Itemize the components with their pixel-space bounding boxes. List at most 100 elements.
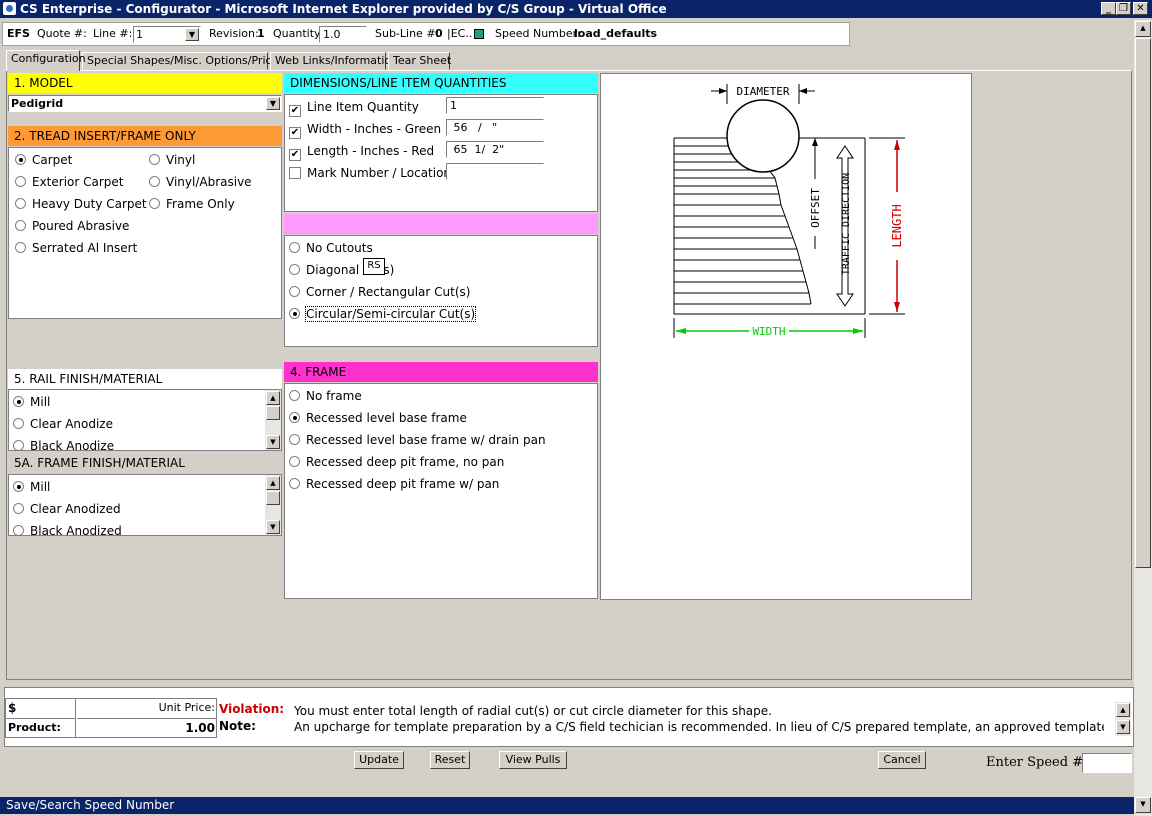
tread-option-label: Vinyl/Abrasive — [166, 175, 252, 189]
rail-option-black-anodize[interactable]: Black Anodize — [13, 438, 114, 450]
frame-finish-scrollbar[interactable]: ▲ ▼ — [265, 475, 281, 535]
shape-option-label: Diagonal C — [306, 263, 372, 277]
rail-option-label: Mill — [30, 395, 51, 409]
checkbox-icon[interactable] — [289, 167, 301, 179]
minimize-button[interactable]: _ — [1101, 2, 1116, 15]
radio-icon[interactable] — [289, 478, 300, 489]
shape-option-no-cutouts[interactable]: No Cutouts — [289, 240, 373, 256]
radio-icon[interactable] — [13, 525, 24, 535]
frame-finish-option-clear[interactable]: Clear Anodized — [13, 501, 121, 517]
tooltip: RS — [363, 258, 385, 275]
radio-icon[interactable] — [289, 434, 300, 445]
radio-icon[interactable] — [13, 418, 24, 429]
radio-icon[interactable] — [15, 220, 26, 231]
cancel-button[interactable]: Cancel — [878, 751, 926, 769]
radio-icon[interactable] — [149, 154, 160, 165]
mark-number-input[interactable] — [446, 163, 544, 180]
radio-icon[interactable] — [149, 176, 160, 187]
radio-selected-icon[interactable] — [13, 396, 24, 407]
frame-option-recessed-level[interactable]: Recessed level base frame — [289, 410, 467, 426]
width-check[interactable]: ✔ Width - Inches - Green — [289, 121, 441, 139]
shape-option-corner-rect[interactable]: Corner / Rectangular Cut(s) — [289, 284, 470, 300]
tread-option-exterior-carpet[interactable]: Exterior Carpet — [15, 174, 124, 190]
chevron-down-icon[interactable]: ▼ — [266, 97, 280, 110]
tread-option-heavy-duty-carpet[interactable]: Heavy Duty Carpet — [15, 196, 147, 212]
rail-option-clear-anodize[interactable]: Clear Anodize — [13, 416, 113, 432]
radio-icon[interactable] — [289, 264, 300, 275]
radio-icon[interactable] — [289, 286, 300, 297]
speed-entry-label: Enter Speed #: — [986, 755, 1088, 770]
frame-option-recessed-level-drain[interactable]: Recessed level base frame w/ drain pan — [289, 432, 546, 448]
tread-option-label: Vinyl — [166, 153, 196, 167]
rail-options-box: Mill Clear Anodize Black Anodize ▲ ▼ — [8, 389, 282, 451]
line-item-quantity-input[interactable]: 1 — [446, 97, 544, 114]
width-input[interactable]: 56 / " — [446, 119, 544, 136]
radio-icon[interactable] — [289, 390, 300, 401]
update-button[interactable]: Update — [354, 751, 404, 769]
tread-option-vinyl-abrasive[interactable]: Vinyl/Abrasive — [149, 174, 252, 190]
scroll-thumb[interactable] — [1135, 38, 1151, 568]
scroll-up-icon[interactable]: ▲ — [1135, 21, 1151, 37]
model-select[interactable]: Pedigrid ▼ — [8, 95, 282, 112]
width-label: WIDTH — [752, 325, 785, 338]
radio-icon[interactable] — [15, 176, 26, 187]
tread-option-vinyl[interactable]: Vinyl — [149, 152, 195, 168]
page-scrollbar[interactable]: ▲ ▼ — [1134, 20, 1152, 816]
status-bar: Save/Search Speed Number — [0, 797, 1134, 814]
frame-option-deep-pit-pan[interactable]: Recessed deep pit frame w/ pan — [289, 476, 499, 492]
speed-entry-input[interactable] — [1082, 753, 1132, 773]
checkbox-checked-icon[interactable]: ✔ — [289, 105, 301, 117]
tab-tear-sheet[interactable]: Tear Sheet — [388, 52, 451, 70]
chevron-down-icon[interactable]: ▼ — [185, 28, 199, 41]
message-scrollbar[interactable]: ▲ ▼ — [1115, 702, 1131, 736]
scroll-down-icon[interactable]: ▼ — [1116, 720, 1130, 734]
scroll-thumb[interactable] — [266, 491, 280, 505]
radio-icon[interactable] — [289, 456, 300, 467]
radio-icon[interactable] — [13, 440, 24, 450]
view-pulls-button[interactable]: View Pulls — [499, 751, 567, 769]
scroll-up-icon[interactable]: ▲ — [266, 391, 280, 405]
frame-option-no-frame[interactable]: No frame — [289, 388, 362, 404]
frame-finish-option-mill[interactable]: Mill — [13, 479, 50, 495]
radio-icon[interactable] — [15, 198, 26, 209]
quantity-label: Quantity: — [273, 27, 324, 40]
tab-special-shapes[interactable]: Special Shapes/Misc. Options/Pricing — [82, 52, 289, 70]
scroll-thumb[interactable] — [266, 406, 280, 420]
tread-option-frame-only[interactable]: Frame Only — [149, 196, 235, 212]
rail-scrollbar[interactable]: ▲ ▼ — [265, 390, 281, 450]
scroll-up-icon[interactable]: ▲ — [1116, 703, 1130, 717]
radio-icon[interactable] — [149, 198, 160, 209]
line-item-quantity-check[interactable]: ✔ Line Item Quantity — [289, 99, 419, 117]
line-select[interactable]: 1 ▼ — [133, 26, 201, 43]
radio-selected-icon[interactable] — [289, 412, 300, 423]
scroll-down-icon[interactable]: ▼ — [266, 520, 280, 534]
tread-option-poured-abrasive[interactable]: Poured Abrasive — [15, 218, 129, 234]
tread-option-serrated-al[interactable]: Serrated Al Insert — [15, 240, 137, 256]
scroll-down-icon[interactable]: ▼ — [266, 435, 280, 449]
tread-option-carpet[interactable]: Carpet — [15, 152, 72, 168]
radio-icon[interactable] — [13, 503, 24, 514]
radio-selected-icon[interactable] — [13, 481, 24, 492]
maximize-button[interactable]: ❐ — [1116, 2, 1131, 15]
scroll-up-icon[interactable]: ▲ — [266, 476, 280, 490]
shape-option-circular[interactable]: Circular/Semi-circular Cut(s) — [289, 306, 477, 322]
rail-option-mill[interactable]: Mill — [13, 394, 50, 410]
tab-configuration[interactable]: Configuration — [6, 50, 86, 71]
length-check[interactable]: ✔ Length - Inches - Red — [289, 143, 434, 161]
frame-finish-option-black[interactable]: Black Anodized — [13, 523, 122, 535]
radio-selected-icon[interactable] — [15, 154, 26, 165]
radio-icon[interactable] — [15, 242, 26, 253]
close-button[interactable]: ✕ — [1133, 2, 1148, 15]
scroll-down-icon[interactable]: ▼ — [1135, 797, 1151, 813]
length-input[interactable]: 65 1/ 2" — [446, 141, 544, 158]
tab-web-links[interactable]: Web Links/Information — [270, 52, 398, 70]
reset-button[interactable]: Reset — [430, 751, 470, 769]
checkbox-checked-icon[interactable]: ✔ — [289, 149, 301, 161]
radio-icon[interactable] — [289, 242, 300, 253]
radio-selected-icon[interactable] — [289, 308, 300, 319]
mark-number-check[interactable]: Mark Number / Location — [289, 165, 451, 181]
checkbox-checked-icon[interactable]: ✔ — [289, 127, 301, 139]
ec-status-indicator — [474, 29, 484, 39]
quantity-input[interactable]: 1.0 — [319, 26, 367, 43]
frame-option-deep-pit-no-pan[interactable]: Recessed deep pit frame, no pan — [289, 454, 504, 470]
